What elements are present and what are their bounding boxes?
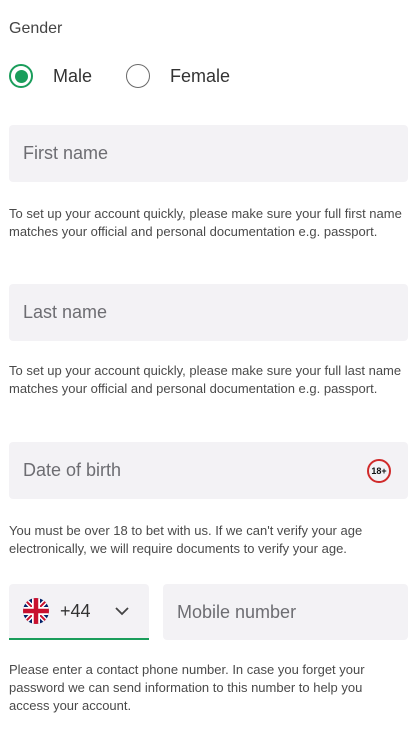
- mobile-number-placeholder: Mobile number: [177, 601, 297, 622]
- gender-option-label: Female: [170, 65, 231, 86]
- mobile-number-field[interactable]: Mobile number: [163, 584, 408, 640]
- gender-option-female[interactable]: Female: [126, 64, 230, 88]
- first-name-help: To set up your account quickly, please m…: [9, 206, 402, 239]
- first-name-placeholder: First name: [23, 143, 109, 163]
- radio-selected-icon[interactable]: [9, 64, 33, 88]
- gender-label: Gender: [9, 20, 63, 37]
- country-code-value: +44: [60, 600, 91, 621]
- gender-option-label: Male: [53, 65, 93, 86]
- last-name-placeholder: Last name: [23, 302, 108, 322]
- country-code-selector[interactable]: +44: [9, 584, 149, 640]
- mobile-number-help: Please enter a contact phone number. In …: [9, 662, 365, 713]
- uk-flag-icon: [23, 598, 49, 624]
- gender-option-male[interactable]: Male: [9, 64, 92, 88]
- radio-unselected-icon[interactable]: [126, 64, 151, 88]
- last-name-help: To set up your account quickly, please m…: [9, 363, 402, 396]
- date-of-birth-field[interactable]: Date of birth 18+: [9, 442, 408, 499]
- chevron-down-icon[interactable]: [114, 606, 129, 616]
- date-of-birth-placeholder: Date of birth: [23, 460, 122, 480]
- date-of-birth-help: You must be over 18 to bet with us. If w…: [9, 523, 363, 556]
- last-name-field[interactable]: Last name: [9, 284, 408, 341]
- first-name-field[interactable]: First name: [9, 125, 408, 182]
- age-18-plus-badge: 18+: [367, 458, 391, 483]
- gender-radio-group: Male Female: [9, 62, 230, 90]
